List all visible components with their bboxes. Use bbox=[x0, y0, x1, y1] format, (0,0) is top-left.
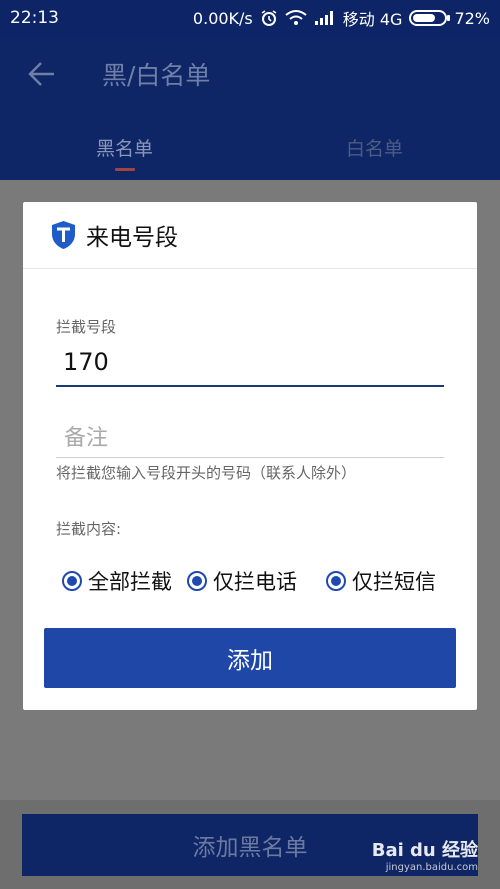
option-label: 仅拦短信 bbox=[352, 570, 436, 594]
watermark-text: Bai du 经验 bbox=[371, 840, 478, 861]
option-block-calls[interactable]: 仅拦电话 bbox=[187, 566, 297, 596]
number-prefix-dialog: 来电号段 拦截号段 170 备注 将拦截您输入号段开头的号码（联系人除外） 拦截… bbox=[23, 202, 477, 710]
status-time: 22:13 bbox=[10, 8, 59, 28]
tab-indicator bbox=[115, 168, 135, 171]
radio-icon[interactable] bbox=[326, 571, 346, 591]
prefix-input-underline bbox=[56, 385, 444, 387]
block-content-label: 拦截内容: bbox=[56, 520, 122, 538]
wifi-icon bbox=[285, 10, 307, 25]
option-block-all[interactable]: 全部拦截 bbox=[62, 566, 172, 596]
tab-whitelist[interactable]: 白名单 bbox=[346, 134, 403, 161]
back-arrow-icon[interactable] bbox=[26, 58, 58, 90]
battery-icon bbox=[409, 10, 451, 26]
radio-icon[interactable] bbox=[187, 571, 207, 591]
hint-text: 将拦截您输入号段开头的号码（联系人除外） bbox=[56, 464, 357, 482]
watermark-url: jingyan.baidu.com bbox=[385, 862, 478, 873]
battery-fill bbox=[413, 14, 436, 22]
dialog-title: 来电号段 bbox=[86, 225, 178, 251]
status-bar: 22:13 0.00K/s 移动 4G 72% bbox=[0, 0, 500, 36]
note-input[interactable]: 备注 bbox=[64, 420, 444, 452]
app-bar: 黑/白名单 黑名单 白名单 bbox=[0, 36, 500, 180]
add-button[interactable]: 添加 bbox=[44, 628, 456, 688]
tab-blacklist[interactable]: 黑名单 bbox=[96, 134, 153, 161]
page-title: 黑/白名单 bbox=[102, 61, 211, 90]
shield-icon bbox=[52, 221, 75, 249]
dialog-header: 来电号段 bbox=[23, 202, 477, 269]
prefix-input[interactable]: 170 bbox=[63, 348, 109, 376]
battery-percent: 72% bbox=[454, 8, 490, 28]
network-speed: 0.00K/s bbox=[192, 8, 253, 28]
option-label: 仅拦电话 bbox=[213, 570, 297, 594]
note-input-underline bbox=[56, 457, 444, 458]
option-block-sms[interactable]: 仅拦短信 bbox=[326, 566, 436, 596]
radio-icon[interactable] bbox=[62, 571, 82, 591]
carrier-label: 移动 4G bbox=[342, 10, 403, 29]
signal-icon bbox=[314, 11, 333, 25]
alarm-icon bbox=[261, 10, 277, 26]
option-label: 全部拦截 bbox=[88, 570, 172, 594]
baidu-watermark: Bai du 经验 jingyan.baidu.com bbox=[372, 836, 478, 873]
prefix-label: 拦截号段 bbox=[56, 318, 117, 336]
